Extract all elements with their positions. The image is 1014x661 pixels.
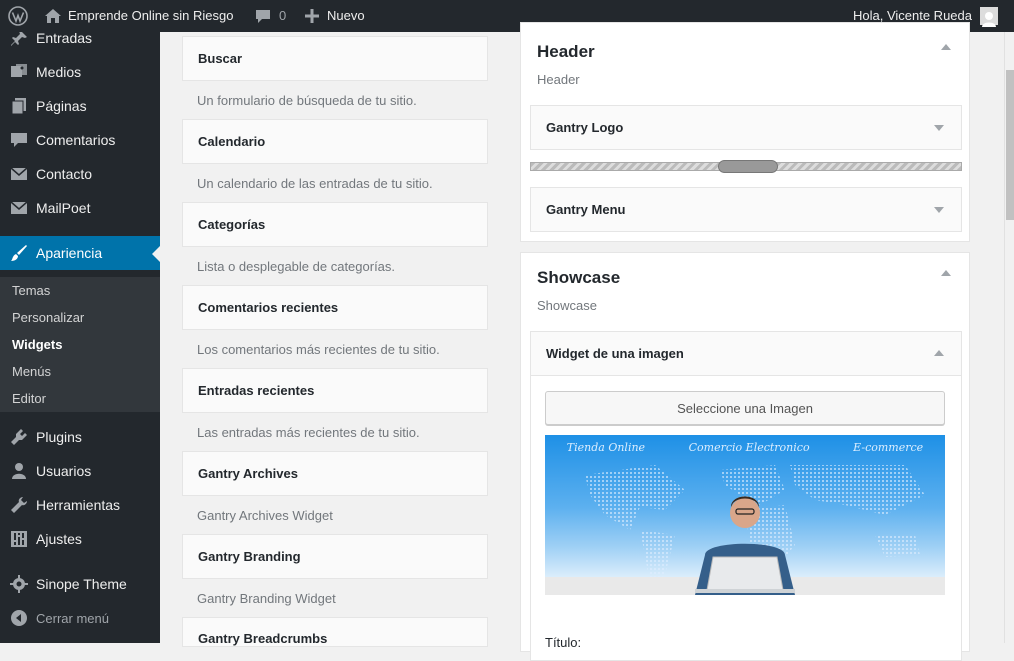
- header-area-description: Header: [537, 72, 580, 87]
- menu-label: Apariencia: [36, 245, 103, 261]
- widget-label: Gantry Logo: [546, 120, 624, 135]
- collapse-arrow-icon[interactable]: [941, 44, 951, 50]
- menu-label: Usuarios: [36, 463, 92, 479]
- menu-paginas[interactable]: Páginas: [0, 89, 160, 123]
- menu-mailpoet[interactable]: MailPoet: [0, 191, 160, 225]
- mail-icon: [0, 165, 36, 183]
- new-label: Nuevo: [327, 8, 365, 23]
- new-content-link[interactable]: Nuevo: [305, 0, 365, 32]
- user-icon: [0, 462, 36, 480]
- menu-ajustes[interactable]: Ajustes: [0, 522, 160, 556]
- collapse-menu-button[interactable]: Cerrar menú: [0, 601, 160, 635]
- widget-desc: Un formulario de búsqueda de tu sitio.: [197, 93, 417, 108]
- menu-label: Ajustes: [36, 531, 82, 547]
- widget-gantry-menu[interactable]: Gantry Menu: [530, 187, 962, 232]
- wordpress-logo-icon[interactable]: [8, 0, 28, 32]
- menu-contacto[interactable]: Contacto: [0, 157, 160, 191]
- showcase-widget-area: Showcase Showcase Widget de una imagen S…: [520, 252, 970, 661]
- comments-link[interactable]: 0: [255, 0, 286, 32]
- select-image-button[interactable]: Seleccione una Imagen: [545, 391, 945, 425]
- drag-handle-icon[interactable]: [718, 160, 778, 173]
- widget-label: Widget de una imagen: [546, 346, 684, 361]
- brush-icon: [0, 244, 36, 262]
- showcase-area-title[interactable]: Showcase: [537, 268, 620, 288]
- widget-image-header[interactable]: Widget de una imagen: [531, 332, 961, 376]
- comment-icon: [0, 131, 36, 149]
- menu-label: Entradas: [36, 32, 93, 46]
- menu-label: Páginas: [36, 98, 87, 114]
- admin-sidebar: Entradas Medios Páginas Comentarios Cont…: [0, 32, 160, 643]
- header-widget-area: Header Header Gantry Logo Gantry Menu: [520, 22, 970, 242]
- menu-label: Plugins: [36, 429, 82, 445]
- plus-icon: [305, 9, 319, 23]
- mail-icon: [0, 199, 36, 217]
- home-icon: [45, 9, 61, 23]
- plugin-icon: [0, 428, 36, 446]
- menu-plugins[interactable]: Plugins: [0, 420, 160, 454]
- menu-herramientas[interactable]: Herramientas: [0, 488, 160, 522]
- submenu-temas[interactable]: Temas: [12, 283, 50, 298]
- widget-categorias[interactable]: Categorías: [182, 202, 488, 247]
- widget-gantry-branding[interactable]: Gantry Branding: [182, 534, 488, 579]
- menu-label: Contacto: [36, 166, 93, 182]
- menu-label: Herramientas: [36, 497, 121, 513]
- widget-desc: Las entradas más recientes de tu sitio.: [197, 425, 420, 440]
- world-map-illustration: [545, 465, 945, 595]
- submenu-widgets[interactable]: Widgets: [12, 337, 62, 352]
- menu-apariencia[interactable]: Apariencia: [0, 236, 160, 270]
- expand-arrow-icon[interactable]: [934, 207, 944, 213]
- expand-arrow-icon[interactable]: [934, 125, 944, 131]
- header-area-title[interactable]: Header: [537, 42, 595, 62]
- scrollbar-thumb[interactable]: [1006, 70, 1014, 220]
- wrench-icon: [0, 496, 36, 514]
- widget-entradas-recientes[interactable]: Entradas recientes: [182, 368, 488, 413]
- menu-label: Sinope Theme: [36, 576, 127, 592]
- submenu-editor[interactable]: Editor: [12, 391, 46, 406]
- menu-usuarios[interactable]: Usuarios: [0, 454, 160, 488]
- menu-label: Cerrar menú: [36, 610, 109, 626]
- widget-desc: Gantry Archives Widget: [197, 508, 333, 523]
- sliders-icon: [0, 530, 36, 548]
- widget-desc: Un calendario de las entradas de tu siti…: [197, 176, 433, 191]
- showcase-banner-image: Tienda Online Comercio Electronico E-com…: [545, 435, 945, 595]
- submenu-personalizar[interactable]: Personalizar: [12, 310, 84, 325]
- widget-desc: Gantry Branding Widget: [197, 591, 336, 606]
- widget-comentarios-recientes[interactable]: Comentarios recientes: [182, 285, 488, 330]
- widget-label: Gantry Menu: [546, 202, 626, 217]
- gear-icon: [0, 575, 36, 593]
- menu-medios[interactable]: Medios: [0, 55, 160, 89]
- page-scrollbar[interactable]: [1004, 32, 1014, 643]
- appearance-submenu: Temas Personalizar Widgets Menús Editor: [0, 277, 160, 412]
- pages-icon: [0, 97, 36, 115]
- menu-comentarios[interactable]: Comentarios: [0, 123, 160, 157]
- widget-desc: Lista o desplegable de categorías.: [197, 259, 396, 274]
- media-icon: [0, 63, 36, 81]
- widget-buscar[interactable]: Buscar: [182, 36, 488, 81]
- submenu-menus[interactable]: Menús: [12, 364, 51, 379]
- collapse-icon: [0, 609, 36, 627]
- widget-calendario[interactable]: Calendario: [182, 119, 488, 164]
- menu-label: Comentarios: [36, 132, 116, 148]
- collapse-arrow-icon[interactable]: [941, 270, 951, 276]
- pin-icon: [0, 32, 36, 47]
- menu-label: Medios: [36, 64, 82, 80]
- showcase-area-description: Showcase: [537, 298, 597, 313]
- widget-gantry-archives[interactable]: Gantry Archives: [182, 451, 488, 496]
- comment-icon: [256, 10, 270, 23]
- gantry-divider[interactable]: [530, 160, 962, 173]
- site-name: Emprende Online sin Riesgo: [68, 8, 234, 23]
- menu-entradas[interactable]: Entradas: [0, 32, 160, 55]
- menu-sinope-theme[interactable]: Sinope Theme: [0, 567, 160, 601]
- collapse-arrow-icon[interactable]: [934, 350, 944, 356]
- menu-label: MailPoet: [36, 200, 91, 216]
- comments-count: 0: [279, 8, 287, 23]
- widget-desc: Los comentarios más recientes de tu siti…: [197, 342, 440, 357]
- avatar: [980, 7, 998, 27]
- site-name-link[interactable]: Emprende Online sin Riesgo: [44, 0, 233, 32]
- widget-gantry-logo[interactable]: Gantry Logo: [530, 105, 962, 150]
